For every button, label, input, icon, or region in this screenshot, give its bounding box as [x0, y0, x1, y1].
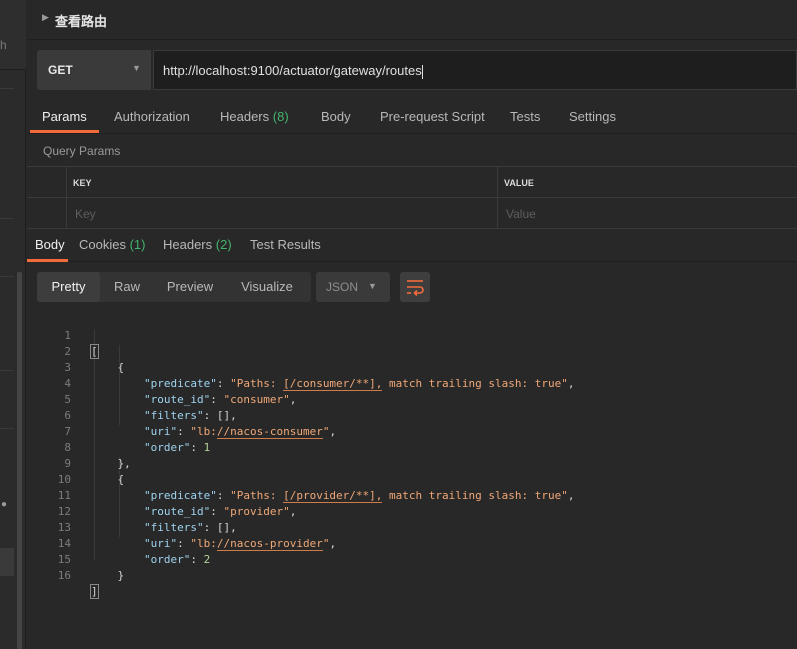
query-params-label: Query Params [43, 144, 121, 158]
value-header: VALUE [504, 178, 534, 188]
key-placeholder: Key [75, 207, 96, 221]
tab-response-headers[interactable]: Headers (2) [163, 237, 232, 252]
response-headers-count: (2) [215, 237, 232, 252]
code-line: 7 "order": 1 [27, 408, 797, 454]
json-brace: } [117, 569, 125, 582]
query-params-table: KEY VALUE Key Value [27, 166, 797, 229]
tab-cookies[interactable]: Cookies (1) [79, 237, 145, 252]
sidebar-partial-text: h [0, 38, 7, 52]
sidebar-divider [0, 370, 14, 371]
format-select[interactable]: JSON ▼ [316, 272, 390, 302]
format-label: JSON [326, 280, 359, 294]
code-line: 16 ] [27, 552, 797, 599]
view-preview-button[interactable]: Preview [156, 272, 224, 302]
sidebar-divider [0, 428, 14, 429]
collections-sidebar: h ● [0, 0, 26, 649]
view-raw-button[interactable]: Raw [104, 272, 150, 302]
sidebar-divider [0, 88, 14, 89]
tab-response-body[interactable]: Body [35, 237, 65, 252]
sidebar-scrollbar-thumb[interactable] [17, 272, 22, 649]
chevron-down-icon: ▼ [132, 63, 141, 73]
method-select[interactable]: GET ▼ [37, 50, 151, 90]
table-header-row: KEY VALUE [27, 167, 797, 198]
code-line: 15 } [27, 536, 797, 582]
row-checkbox[interactable] [27, 198, 67, 229]
table-row: Key Value [27, 198, 797, 229]
caret-right-icon[interactable]: ▶ [42, 12, 49, 23]
tab-headers-label: Headers [220, 109, 270, 124]
cookies-count: (1) [129, 237, 146, 252]
code-line: 3 "predicate": "Paths: [/consumer/**], m… [27, 344, 797, 391]
request-editor: ▶ 查看路由 GET ▼ http://localhost:9100/actua… [27, 0, 797, 649]
key-header: KEY [73, 178, 92, 188]
url-text: http://localhost:9100/actuator/gateway/r… [163, 63, 422, 78]
response-body-code[interactable]: 1 [ 2 { 3 "predicate": "Paths: [/consume… [27, 312, 797, 642]
code-line: 2 { [27, 328, 797, 374]
tab-headers[interactable]: Headers (8) [220, 109, 289, 124]
text-cursor [421, 64, 423, 79]
sidebar-divider [0, 218, 14, 219]
code-line: 10 "predicate": "Paths: [/provider/**], … [27, 456, 797, 503]
sidebar-header: h [0, 0, 26, 70]
json-bracket: ] [90, 584, 99, 599]
tab-response-headers-label: Headers [163, 237, 213, 252]
code-line: 11 "route_id": "provider", [27, 472, 797, 518]
url-input[interactable]: http://localhost:9100/actuator/gateway/r… [153, 50, 797, 90]
tab-authorization[interactable]: Authorization [114, 109, 190, 124]
sidebar-dot-icon: ● [1, 499, 8, 510]
key-input[interactable]: Key [67, 198, 498, 229]
line-number: 16 [57, 569, 71, 582]
view-visualize-button[interactable]: Visualize [232, 272, 302, 302]
tab-settings[interactable]: Settings [569, 109, 616, 124]
sidebar-selected-item[interactable] [0, 548, 14, 576]
request-title-bar: ▶ 查看路由 [27, 0, 797, 40]
code-line: 9 { [27, 440, 797, 486]
request-tabs: Params Authorization Headers (8) Body Pr… [27, 100, 797, 134]
select-column [27, 167, 67, 198]
request-url-row: GET ▼ http://localhost:9100/actuator/gat… [37, 50, 797, 90]
tab-body[interactable]: Body [321, 109, 351, 124]
active-tab-indicator [30, 130, 99, 133]
code-line: 14 "order": 2 [27, 520, 797, 566]
chevron-down-icon: ▼ [368, 281, 377, 291]
headers-count: (8) [272, 109, 289, 124]
key-column-header: KEY [67, 167, 498, 198]
code-line: 8 }, [27, 424, 797, 470]
response-tabs: Body Cookies (1) Headers (2) Test Result… [27, 229, 797, 262]
view-pretty-button[interactable]: Pretty [37, 272, 100, 302]
tab-tests[interactable]: Tests [510, 109, 540, 124]
code-line: 4 "route_id": "consumer", [27, 360, 797, 406]
tab-cookies-label: Cookies [79, 237, 126, 252]
tab-test-results[interactable]: Test Results [250, 237, 321, 252]
value-input[interactable]: Value [506, 207, 536, 221]
code-line: 13 "uri": "lb://nacos-provider", [27, 504, 797, 551]
view-mode-group: Pretty Raw Preview Visualize [37, 272, 311, 302]
tab-pre-request-script[interactable]: Pre-request Script [380, 109, 485, 124]
wrap-lines-icon [407, 280, 424, 297]
wrap-lines-button[interactable] [400, 272, 430, 302]
code-line: 12 "filters": [], [27, 488, 797, 534]
sidebar-divider [0, 276, 14, 277]
tab-params[interactable]: Params [42, 109, 87, 124]
code-line: 6 "uri": "lb://nacos-consumer", [27, 392, 797, 439]
active-tab-indicator [27, 259, 68, 262]
request-title[interactable]: 查看路由 [55, 11, 107, 30]
code-line: 5 "filters": [], [27, 376, 797, 422]
method-label: GET [48, 63, 73, 77]
code-line: 1 [ [27, 312, 797, 359]
